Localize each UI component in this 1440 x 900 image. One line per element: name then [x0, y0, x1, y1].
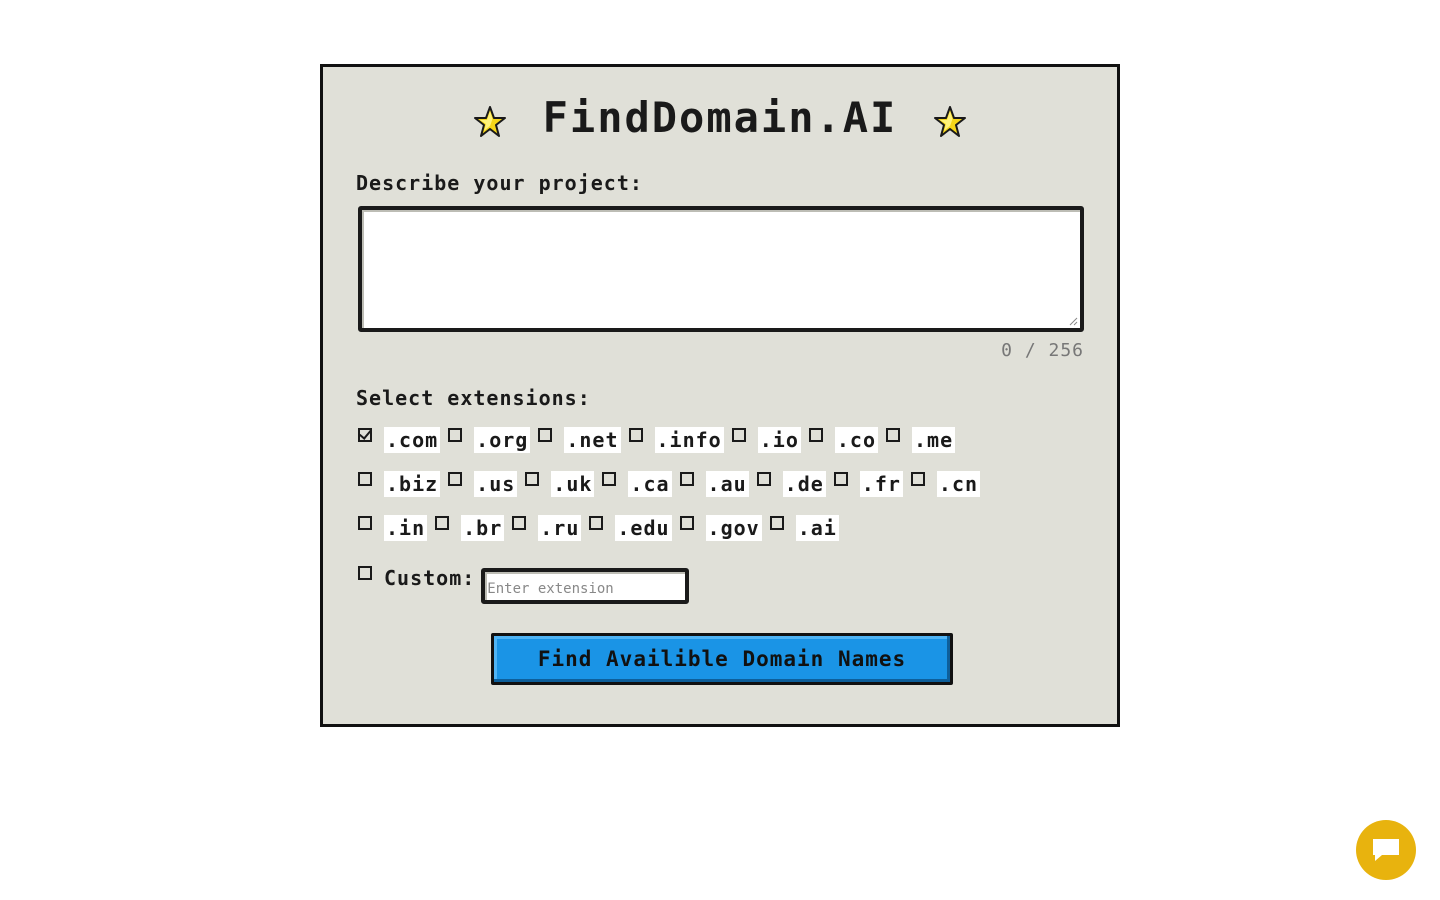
extension-label: .ca	[628, 471, 672, 497]
chat-button[interactable]	[1356, 820, 1416, 880]
custom-extension-row: Custom:	[358, 560, 690, 604]
extension-checkbox[interactable]	[538, 428, 553, 442]
custom-extension-input[interactable]	[481, 568, 690, 604]
domain-finder-card: FindDomain.AI Describe your project: 0 /…	[320, 64, 1120, 727]
extension-option[interactable]: .ca	[602, 471, 672, 497]
extension-label: .net	[564, 427, 621, 453]
title-row: FindDomain.AI	[323, 93, 1117, 143]
extension-checkbox[interactable]	[679, 516, 694, 530]
extension-label: .co	[834, 427, 878, 453]
extension-option[interactable]: .br	[435, 515, 505, 541]
extension-label: .me	[911, 427, 956, 453]
resize-grip-icon[interactable]	[1068, 316, 1078, 326]
extension-option[interactable]: .in	[358, 515, 428, 541]
extension-checkbox[interactable]	[448, 428, 463, 442]
extension-checkbox[interactable]	[679, 472, 694, 486]
extension-option[interactable]: .co	[808, 427, 878, 453]
extension-label: .cn	[936, 471, 981, 497]
extension-label: .fr	[859, 471, 903, 497]
extension-label: .com	[384, 427, 441, 453]
extension-option[interactable]: .ru	[512, 515, 582, 541]
project-description-input[interactable]	[362, 210, 1080, 328]
character-counter: 0 / 256	[1001, 340, 1084, 361]
extensions-row-2: .biz .us .uk .ca .au .de .fr .cn	[358, 469, 988, 499]
extension-label: .ai	[795, 515, 839, 541]
extensions-row-3: .in .br .ru .edu .gov .ai	[358, 513, 847, 543]
extension-checkbox[interactable]	[756, 472, 771, 486]
extension-checkbox[interactable]	[885, 428, 900, 442]
extension-label: .io	[757, 427, 801, 453]
extension-option[interactable]: .net	[538, 427, 621, 453]
extension-checkbox[interactable]	[358, 516, 372, 530]
extension-checkbox[interactable]	[512, 516, 527, 530]
app-title: FindDomain.AI	[542, 93, 898, 142]
extension-label: .biz	[384, 471, 441, 497]
extension-checkbox[interactable]	[769, 516, 784, 530]
extension-checkbox[interactable]	[602, 472, 617, 486]
extension-label: .edu	[615, 515, 672, 541]
extension-label: .info	[654, 427, 724, 453]
star-icon	[473, 105, 506, 137]
extension-option[interactable]: .au	[679, 471, 749, 497]
extension-option[interactable]: .de	[756, 471, 826, 497]
project-label: Describe your project:	[356, 171, 643, 195]
extension-label: .uk	[551, 471, 595, 497]
extension-checkbox[interactable]	[589, 516, 604, 530]
extension-checkbox[interactable]	[628, 428, 643, 442]
extension-option[interactable]: .me	[885, 427, 956, 453]
extension-label: .au	[705, 471, 749, 497]
star-icon	[934, 105, 966, 137]
extension-option[interactable]: .edu	[589, 515, 672, 541]
find-domains-button[interactable]: Find Availible Domain Names	[491, 633, 953, 685]
extension-checkbox[interactable]	[731, 428, 746, 442]
extension-option[interactable]: .org	[448, 427, 531, 453]
extensions-row-1: .com .org .net .info .io .co .me	[358, 425, 963, 455]
extension-checkbox[interactable]	[448, 472, 463, 486]
extension-checkbox[interactable]	[435, 516, 450, 530]
extension-label: .in	[384, 515, 428, 541]
project-textarea-frame	[358, 206, 1084, 332]
extension-checkbox[interactable]	[808, 428, 823, 442]
extension-label: .us	[474, 471, 518, 497]
extensions-label: Select extensions:	[356, 386, 591, 410]
extension-option[interactable]: .io	[731, 427, 801, 453]
custom-extension-label: Custom:	[384, 566, 476, 590]
extension-label: .org	[474, 427, 531, 453]
extension-option[interactable]: .fr	[833, 471, 903, 497]
custom-extension-checkbox[interactable]	[358, 566, 372, 580]
extension-option[interactable]: .gov	[679, 515, 762, 541]
extension-label: .br	[461, 515, 505, 541]
extension-option[interactable]: .com	[358, 427, 441, 453]
extension-label: .de	[782, 471, 826, 497]
extension-checkbox[interactable]	[358, 472, 372, 486]
extension-checkbox[interactable]	[910, 472, 925, 486]
extension-checkbox[interactable]	[525, 472, 540, 486]
extension-checkbox[interactable]	[358, 428, 372, 442]
extension-option[interactable]: .cn	[910, 471, 981, 497]
extension-label: .gov	[705, 515, 762, 541]
extension-label: .ru	[538, 515, 582, 541]
extension-option[interactable]: .us	[448, 471, 518, 497]
chat-bubble-icon	[1373, 839, 1399, 861]
extension-option[interactable]: .info	[628, 427, 724, 453]
extension-option[interactable]: .uk	[525, 471, 595, 497]
extension-checkbox[interactable]	[833, 472, 848, 486]
extension-option[interactable]: .biz	[358, 471, 441, 497]
extension-option[interactable]: .ai	[769, 515, 839, 541]
